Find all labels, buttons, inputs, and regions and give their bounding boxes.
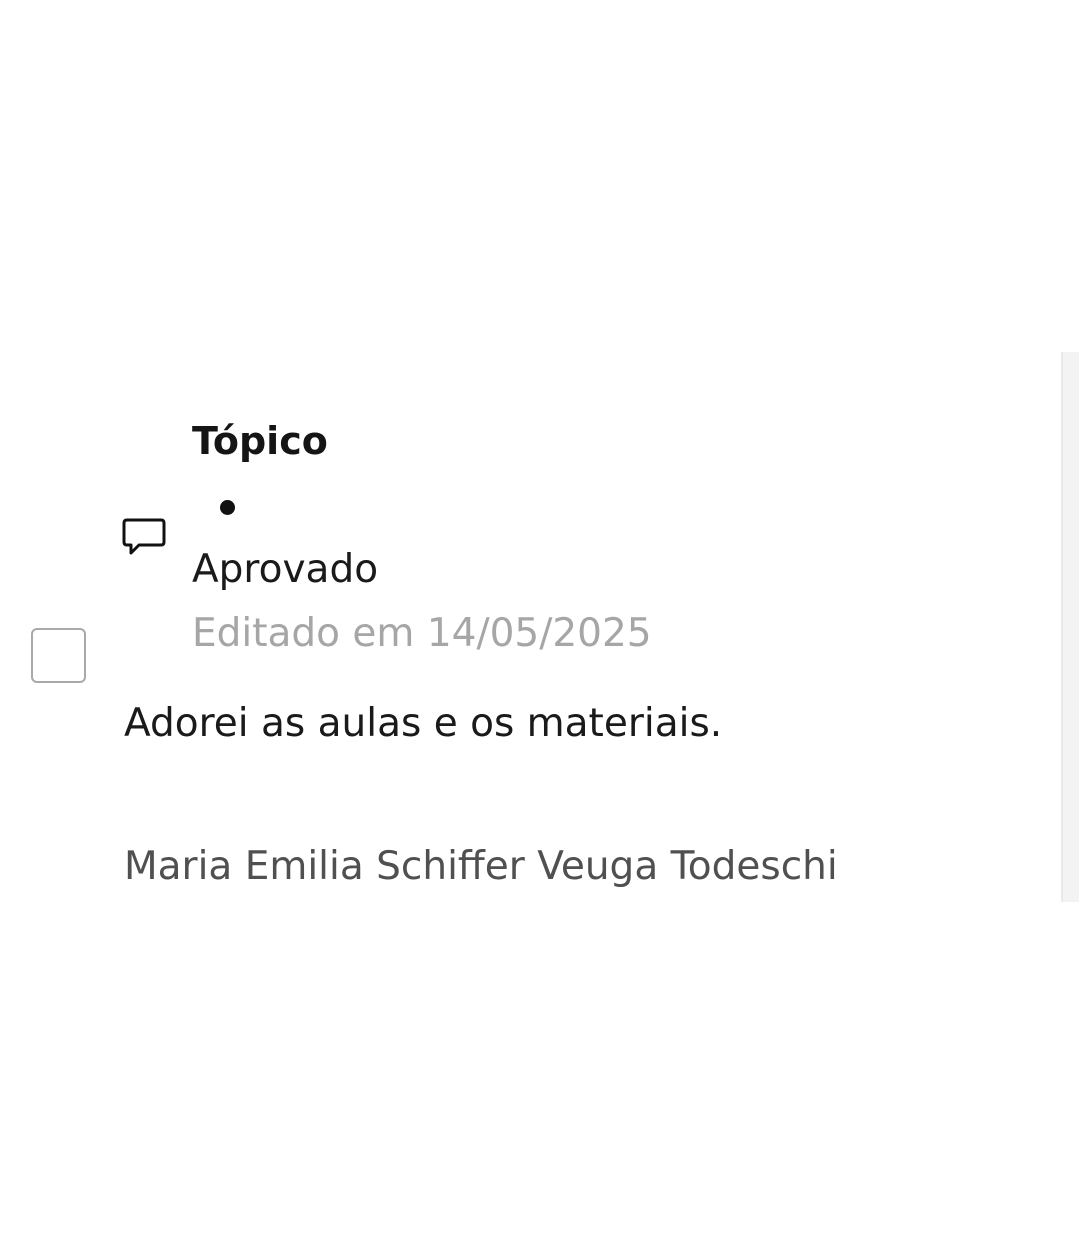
edited-date: Editado em 14/05/2025 [192,611,652,656]
topic-label: Tópico [192,419,328,463]
status-label: Aprovado [192,547,379,592]
select-comment-checkbox[interactable] [31,628,86,683]
comment-icon [122,518,166,555]
comment-body: Adorei as aulas e os materiais. [124,701,723,746]
scrollbar-track[interactable] [1061,352,1079,902]
author-name: Maria Emilia Schiffer Veuga Todeschi [124,844,838,889]
bullet-separator [220,500,235,515]
